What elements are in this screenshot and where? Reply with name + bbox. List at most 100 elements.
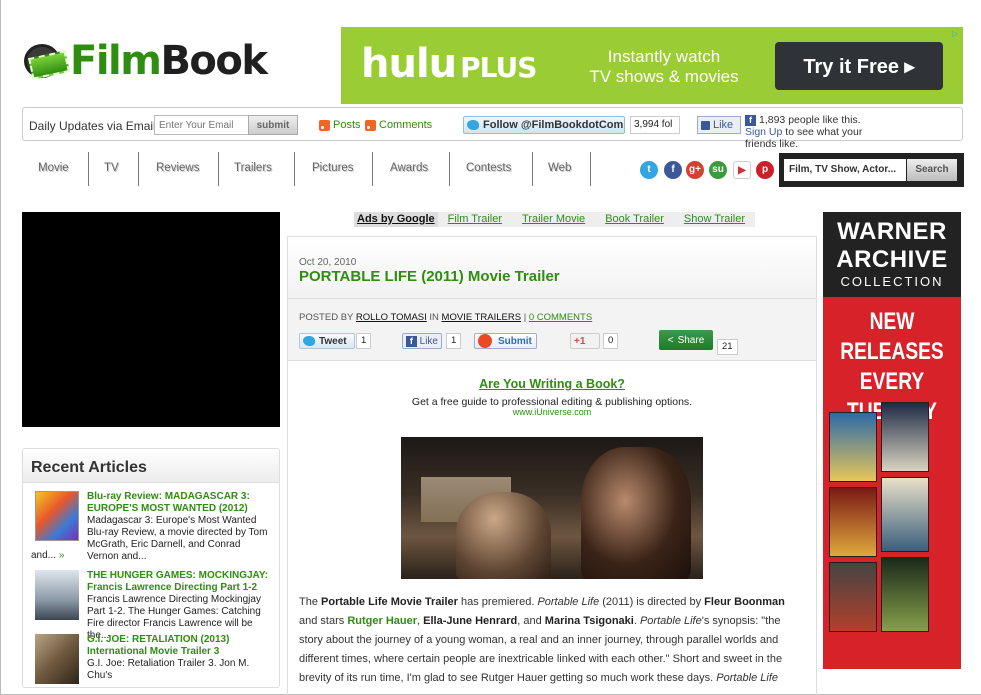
stumbleupon-icon[interactable]: su xyxy=(709,161,727,179)
dvd-cover xyxy=(829,412,877,482)
nav-divider xyxy=(88,152,89,186)
recent-articles-heading: Recent Articles xyxy=(23,449,279,483)
article-excerpt-tail: and... » xyxy=(31,550,65,561)
ad-link[interactable]: Trailer Movie xyxy=(512,212,595,227)
facebook-icon: f xyxy=(745,115,756,126)
facebook-icon[interactable]: f xyxy=(664,161,682,179)
nav-divider xyxy=(138,152,139,186)
stumbleupon-submit-button[interactable]: Submit xyxy=(474,333,537,349)
email-submit-button[interactable]: submit xyxy=(248,115,298,135)
nav-divider xyxy=(294,152,295,186)
promo-title-link[interactable]: Are You Writing a Book? xyxy=(288,377,816,391)
film-reel-icon xyxy=(24,40,70,82)
ad-link[interactable]: Show Trailer xyxy=(674,212,755,227)
dvd-cover xyxy=(881,402,929,472)
article-title[interactable]: THE HUNGER GAMES: MOCKINGJAY: Francis La… xyxy=(87,570,272,594)
warner-collection: COLLECTION xyxy=(840,274,944,289)
subscribe-bar: Daily Updates via Email submit Posts Com… xyxy=(22,107,963,150)
post-date: Oct 20, 2010 xyxy=(299,257,357,268)
dvd-cover xyxy=(829,487,877,557)
facebook-like-button[interactable]: f Like xyxy=(402,333,442,349)
post-meta: POSTED BY ROLLO TOMASI IN MOVIE TRAILERS… xyxy=(288,299,816,361)
twitter-follow-button[interactable]: Follow @FilmBookdotCom xyxy=(463,116,625,134)
nav-web[interactable]: Web xyxy=(548,162,571,174)
video-player[interactable] xyxy=(22,212,280,427)
movie-still-image xyxy=(401,437,703,579)
tweet-button[interactable]: Tweet xyxy=(299,333,355,349)
warner-archive-ad[interactable]: WARNER ARCHIVE COLLECTION NEW RELEASES EVE… xyxy=(823,212,961,669)
logo-film-text: Film xyxy=(70,38,162,84)
dvd-cover xyxy=(881,477,929,552)
recent-articles-widget: Recent Articles Blu-ray Review: MADAGASC… xyxy=(22,448,280,688)
article-thumbnail[interactable] xyxy=(35,570,79,620)
google-plus-one-button[interactable]: +1 xyxy=(570,333,600,349)
nav-divider xyxy=(449,152,450,186)
pinterest-icon[interactable]: p xyxy=(756,161,774,179)
nav-contests[interactable]: Contests xyxy=(466,162,511,174)
share-button[interactable]: < Share xyxy=(659,330,713,350)
google-plus-icon[interactable]: g+ xyxy=(686,161,704,179)
list-item[interactable]: THE HUNGER GAMES: MOCKINGJAY: Francis La… xyxy=(31,570,276,641)
facebook-signup-link[interactable]: Sign Up xyxy=(745,126,782,138)
facebook-like-text: f 1,893 people like this. Sign Up to see … xyxy=(745,114,863,150)
ads-by-google-label[interactable]: Ads by Google xyxy=(354,212,438,227)
logo-book-text: Book xyxy=(160,38,268,84)
article-excerpt: Madagascar 3: Europe's Most Wanted Blu-r… xyxy=(87,515,268,562)
post-paragraph: The Portable Life Movie Trailer has prem… xyxy=(299,596,785,684)
hulu-tagline: Instantly watch TV shows & movies xyxy=(589,47,739,86)
nav-trailers[interactable]: Trailers xyxy=(234,162,272,174)
twitter-bird-icon xyxy=(467,120,479,130)
nav-divider xyxy=(532,152,533,186)
list-item[interactable]: Blu-ray Review: MADAGASCAR 3: EUROPE'S M… xyxy=(31,491,276,566)
nav-movie[interactable]: Movie xyxy=(38,162,69,174)
search-input[interactable]: Film, TV Show, Actor... xyxy=(784,159,906,181)
filmbook-logo[interactable]: Film Book xyxy=(24,38,268,84)
facebook-icon: f xyxy=(406,335,417,347)
plus-one-count: 0 xyxy=(603,333,619,349)
search-button[interactable]: Search xyxy=(907,159,957,181)
comments-link[interactable]: 0 COMMENTS xyxy=(529,312,592,323)
article-title[interactable]: G.I. JOE: RETALIATION (2013) Internation… xyxy=(87,634,272,658)
posts-rss-link[interactable]: Posts xyxy=(319,119,361,131)
youtube-icon[interactable]: ▶ xyxy=(733,161,751,179)
category-link[interactable]: MOVIE TRAILERS xyxy=(442,312,522,323)
article-excerpt: G.I. Joe: Retaliation Trailer 3. Jon M. … xyxy=(87,658,250,681)
author-link[interactable]: ROLLO TOMASI xyxy=(356,312,427,323)
adchoices-icon[interactable]: ▷ xyxy=(952,29,961,38)
daily-updates-label: Daily Updates via Email xyxy=(29,119,156,133)
warner-title: WARNER ARCHIVE xyxy=(836,218,948,273)
nav-pictures[interactable]: Pictures xyxy=(312,162,354,174)
ad-link[interactable]: Book Trailer xyxy=(595,212,674,227)
article-thumbnail[interactable] xyxy=(35,634,79,684)
hulu-plus-ad[interactable]: hulu PLUS Instantly watch TV shows & movie… xyxy=(341,27,963,104)
post-byline: POSTED BY ROLLO TOMASI IN MOVIE TRAILERS… xyxy=(299,312,593,323)
rss-icon xyxy=(319,119,330,131)
rss-icon xyxy=(365,119,376,131)
post-article: Oct 20, 2010 PORTABLE LIFE (2011) Movie … xyxy=(287,236,817,695)
twitter-bird-icon xyxy=(303,336,315,346)
dvd-cover xyxy=(829,562,877,632)
nav-awards[interactable]: Awards xyxy=(390,162,428,174)
nav-divider xyxy=(590,152,591,186)
facebook-like-button[interactable]: Like xyxy=(697,116,741,134)
article-thumbnail[interactable] xyxy=(35,491,79,541)
like-count: 1 xyxy=(446,333,462,349)
tweet-count: 1 xyxy=(356,333,372,349)
try-free-button[interactable]: Try it Free ▸ xyxy=(775,42,943,90)
post-title[interactable]: PORTABLE LIFE (2011) Movie Trailer xyxy=(299,268,560,285)
read-more-link[interactable]: » xyxy=(59,550,65,561)
comments-rss-link[interactable]: Comments xyxy=(365,119,432,131)
twitter-icon[interactable]: t xyxy=(640,161,658,179)
article-title[interactable]: Blu-ray Review: MADAGASCAR 3: EUROPE'S M… xyxy=(87,491,272,515)
nav-reviews[interactable]: Reviews xyxy=(156,162,199,174)
ad-link[interactable]: Film Trailer xyxy=(438,212,512,227)
actor-link[interactable]: Rutger Hauer xyxy=(347,615,417,627)
list-item[interactable]: G.I. JOE: RETALIATION (2013) Internation… xyxy=(31,634,276,684)
site-search: Film, TV Show, Actor... Search xyxy=(779,153,964,187)
stumbleupon-icon xyxy=(478,334,492,348)
share-count: 21 xyxy=(717,339,738,355)
promo-url-link[interactable]: www.iUniverse.com xyxy=(288,407,816,417)
nav-tv[interactable]: TV xyxy=(104,162,119,174)
thumbs-up-icon xyxy=(701,120,710,130)
email-input[interactable] xyxy=(154,115,249,135)
